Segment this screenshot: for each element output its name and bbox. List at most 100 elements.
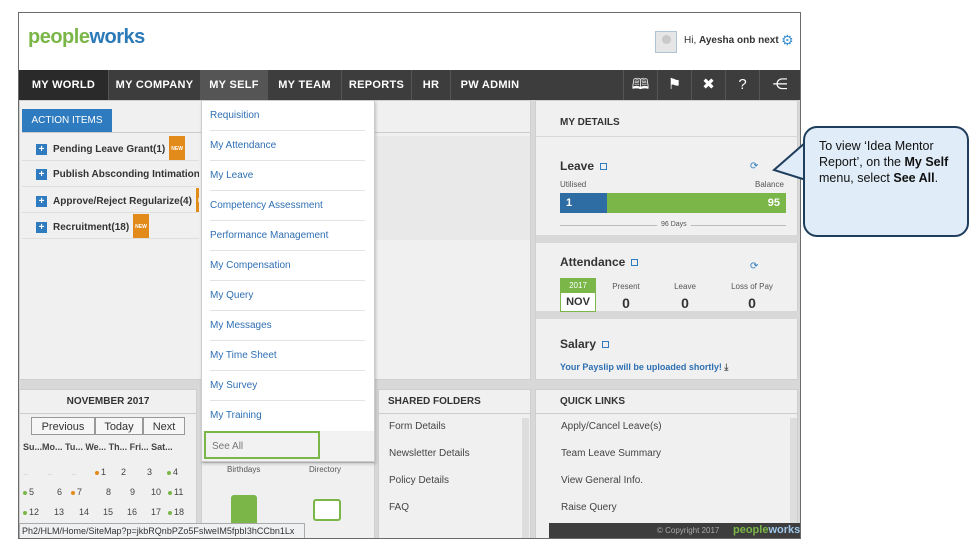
- menu-item-my-time-sheet[interactable]: My Time Sheet: [210, 341, 365, 371]
- action-row-label: Recruitment: [53, 222, 112, 234]
- plus-icon[interactable]: +: [36, 144, 47, 155]
- lop-value: 0: [748, 295, 756, 311]
- settings-icon[interactable]: ⚙: [781, 32, 794, 49]
- menu-item-my-query[interactable]: My Query: [210, 281, 365, 311]
- attendance-month-badge[interactable]: 2017 NOV: [560, 278, 596, 312]
- expand-icon[interactable]: [600, 163, 608, 171]
- user-name[interactable]: Ayesha onb next: [699, 35, 779, 46]
- leave-stat-value: 0: [681, 295, 689, 311]
- salary-label[interactable]: Salary: [560, 337, 610, 351]
- birthdays-label[interactable]: Birthdays: [227, 465, 260, 474]
- avatar[interactable]: [655, 31, 677, 53]
- menu-item-my-survey[interactable]: My Survey: [210, 371, 365, 401]
- calendar-day[interactable]: 18: [168, 507, 184, 517]
- action-row-regularize[interactable]: + Approve/Reject Regularize(4)NEW: [22, 188, 199, 213]
- menu-item-my-leave[interactable]: My Leave: [210, 161, 365, 191]
- menu-item-my-training[interactable]: My Training: [210, 401, 365, 431]
- menu-item-requisition[interactable]: Requisition: [210, 101, 365, 131]
- tools-icon[interactable]: ✖: [691, 70, 725, 100]
- expand-icon[interactable]: [631, 259, 639, 267]
- header: peopleworks Hi, Ayesha onb next ⚙: [19, 13, 800, 69]
- shared-folder-link[interactable]: Newsletter Details: [389, 448, 470, 459]
- calendar-day[interactable]: 2: [121, 467, 126, 477]
- calendar-next-button[interactable]: Next: [143, 417, 185, 435]
- calendar-weekdays: Su...Mo... Tu... We... Th... Fri... Sat.…: [23, 442, 173, 452]
- nav-hr[interactable]: HR: [412, 70, 450, 100]
- birthday-icon[interactable]: [231, 495, 257, 523]
- nav-reports[interactable]: REPORTS: [342, 70, 411, 100]
- sitemap-icon[interactable]: ⋲: [759, 70, 800, 100]
- shared-folder-link[interactable]: Policy Details: [389, 475, 449, 486]
- book-icon[interactable]: 🕮: [623, 70, 657, 100]
- menu-item-my-attendance[interactable]: My Attendance: [210, 131, 365, 161]
- calendar-day[interactable]: 15: [103, 507, 113, 517]
- menu-item-my-messages[interactable]: My Messages: [210, 311, 365, 341]
- calendar-day[interactable]: 11: [168, 487, 183, 497]
- leave-label[interactable]: Leave: [560, 159, 608, 173]
- refresh-icon[interactable]: ⟳: [750, 161, 758, 172]
- new-badge: NEW: [195, 188, 199, 212]
- expand-icon[interactable]: [602, 341, 610, 349]
- directory-icon[interactable]: [313, 499, 341, 521]
- calendar-previous-button[interactable]: Previous: [31, 417, 95, 435]
- download-icon[interactable]: ⤓: [724, 362, 728, 372]
- quick-link[interactable]: Team Leave Summary: [561, 448, 661, 459]
- new-badge: NEW: [169, 136, 185, 160]
- nav-my-company[interactable]: MY COMPANY: [109, 70, 200, 100]
- calendar-day[interactable]: 16: [127, 507, 137, 517]
- calendar-day[interactable]: 5: [23, 487, 34, 497]
- menu-item-competency-assessment[interactable]: Competency Assessment: [210, 191, 365, 221]
- action-row-count: (18): [111, 222, 130, 234]
- flag-icon[interactable]: ⚑: [657, 70, 691, 100]
- plus-icon[interactable]: +: [36, 196, 47, 207]
- action-row-absconding[interactable]: + Publish Absconding Intimation L: [22, 162, 199, 187]
- peopleworks-logo[interactable]: peopleworks: [28, 26, 145, 49]
- quick-link[interactable]: Apply/Cancel Leave(s): [561, 421, 662, 432]
- shared-folder-link[interactable]: Form Details: [389, 421, 446, 432]
- calendar-day[interactable]: 9: [130, 487, 135, 497]
- attendance-year: 2017: [561, 279, 595, 293]
- calendar-day[interactable]: 14: [79, 507, 89, 517]
- calendar-today-button[interactable]: Today: [95, 417, 143, 435]
- quick-link[interactable]: Raise Query: [561, 502, 617, 513]
- quick-links-title: QUICK LINKS: [560, 396, 625, 407]
- calendar-day[interactable]: 12: [23, 507, 39, 517]
- utilised-label: Utilised: [560, 180, 587, 189]
- plus-icon[interactable]: +: [36, 168, 47, 180]
- nav-my-team[interactable]: MY TEAM: [268, 70, 341, 100]
- directory-label[interactable]: Directory: [309, 465, 341, 474]
- calendar-day[interactable]: 3: [147, 467, 152, 477]
- calendar-day[interactable]: 1: [95, 467, 106, 477]
- menu-item-see-all[interactable]: See All: [204, 431, 320, 459]
- calendar-day[interactable]: 17: [151, 507, 161, 517]
- calendar-day[interactable]: 13: [54, 507, 64, 517]
- tab-action-items[interactable]: ACTION ITEMS: [22, 109, 112, 132]
- footer-logo-works: works: [768, 524, 801, 536]
- plus-icon[interactable]: +: [36, 222, 47, 233]
- calendar-day[interactable]: 4: [167, 467, 178, 477]
- help-icon[interactable]: ?: [725, 70, 759, 100]
- menu-item-my-compensation[interactable]: My Compensation: [210, 251, 365, 281]
- greeting-text: Hi,: [684, 35, 697, 46]
- quick-link[interactable]: View General Info.: [561, 475, 643, 486]
- calendar-day[interactable]: 10: [151, 487, 161, 497]
- calendar-day[interactable]: 8: [106, 487, 111, 497]
- app-window: peopleworks Hi, Ayesha onb next ⚙ MY WOR…: [18, 12, 801, 539]
- action-row-pending-leave[interactable]: + Pending Leave Grant(1) NEW: [22, 136, 199, 161]
- attendance-label[interactable]: Attendance: [560, 255, 639, 269]
- nav-pw-admin[interactable]: PW ADMIN: [451, 70, 529, 100]
- menu-item-performance-management[interactable]: Performance Management: [210, 221, 365, 251]
- refresh-icon[interactable]: ⟳: [750, 261, 758, 272]
- copyright-text: © Copyright 2017: [657, 526, 720, 535]
- nav-my-self[interactable]: MY SELF: [201, 70, 267, 100]
- action-row-recruitment[interactable]: + Recruitment(18) NEW: [22, 214, 199, 239]
- shared-folder-link[interactable]: FAQ: [389, 502, 409, 513]
- nav-my-world[interactable]: MY WORLD: [19, 70, 108, 100]
- footer: © Copyright 2017 peopleworks: [549, 523, 801, 538]
- attendance-month: NOV: [566, 296, 590, 308]
- calendar-day[interactable]: 6: [57, 487, 62, 497]
- browser-status-bar: Ph2/HLM/Home/SiteMap?p=jkbRQnbPZo5FslweI…: [19, 523, 305, 538]
- calendar-day[interactable]: 7: [71, 487, 82, 497]
- logo-text-people: people: [28, 26, 90, 48]
- callout-action: See All: [893, 171, 935, 185]
